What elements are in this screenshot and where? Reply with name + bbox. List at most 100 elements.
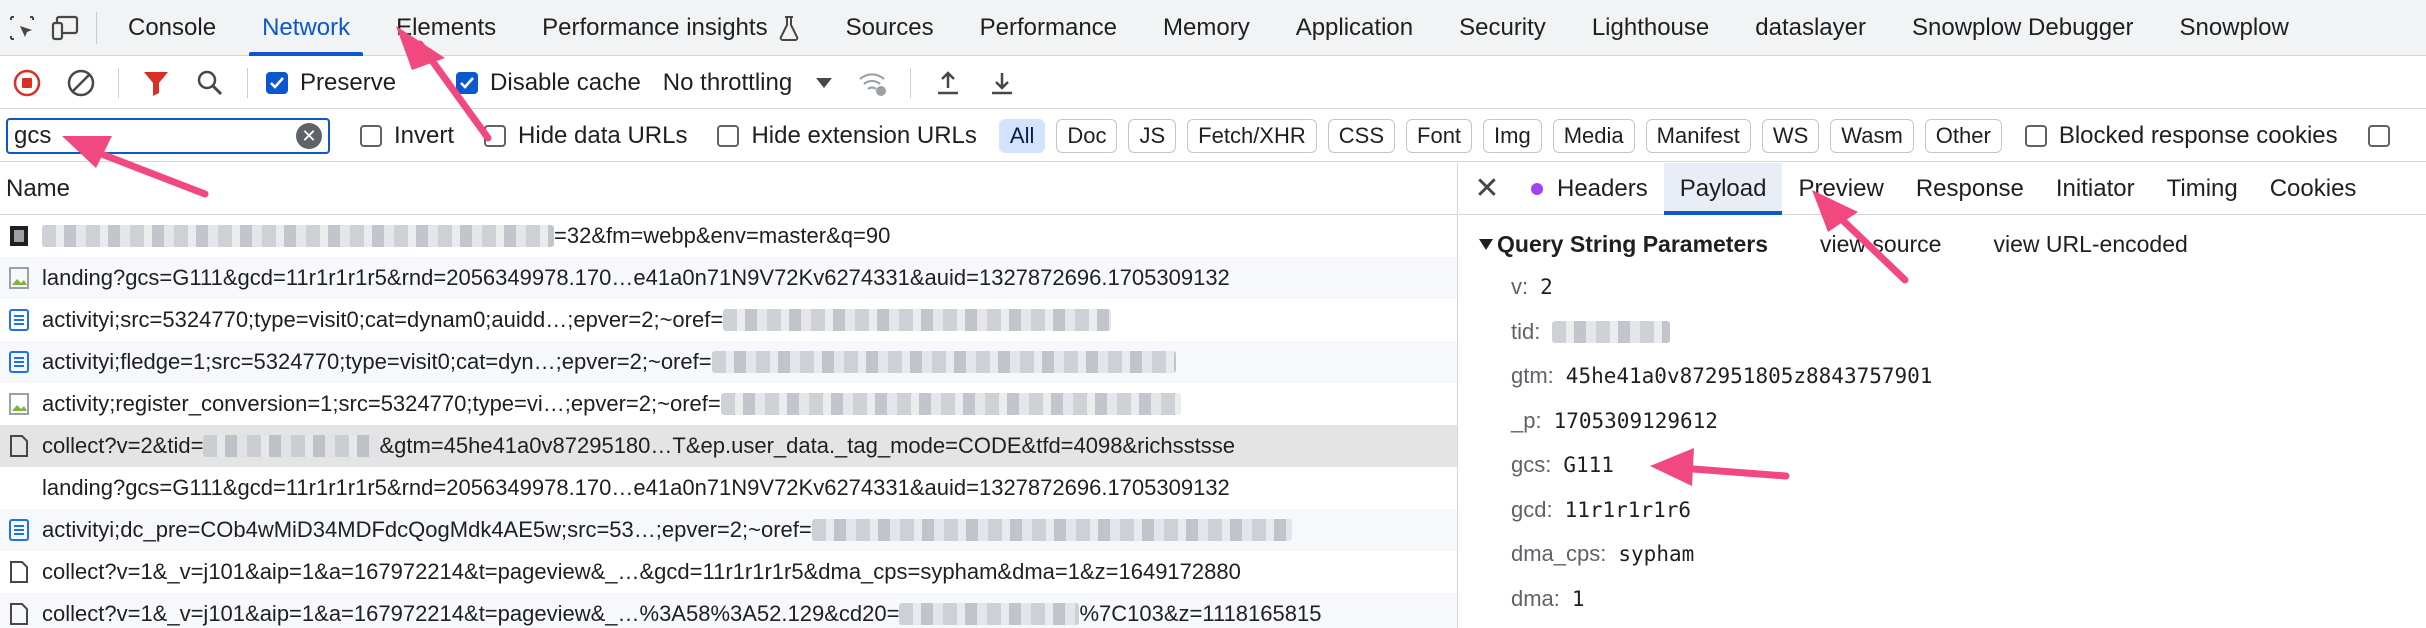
type-filter-font[interactable]: Font [1406,118,1473,153]
param-key: dma_cps: [1511,541,1607,567]
request-name-suffix: %7C103&z=1118165815 [1079,601,1322,626]
name-column-header[interactable]: Name [0,163,1457,215]
tab-payload[interactable]: Payload [1663,162,1783,215]
chevron-down-icon [816,77,833,88]
type-filter-all[interactable]: All [998,118,1046,153]
expand-triangle-icon[interactable] [1479,238,1493,250]
param-row: gtm: 45he41a0v872951805z8843757901 [1479,354,2426,399]
param-value: 2 [1540,275,1553,300]
disable-cache-checkbox[interactable]: Disable cache [456,69,641,97]
inspect-element-icon[interactable] [0,0,44,56]
search-icon[interactable] [183,57,237,109]
request-name: activityi;fledge=1;src=5324770;type=visi… [42,349,712,374]
clear-icon[interactable] [54,57,108,109]
request-name: landing?gcs=G111&gcd=11r1r1r1r5&rnd=2056… [42,265,1230,290]
table-row[interactable]: activityi;fledge=1;src=5324770;type=visi… [0,341,1457,383]
redacted-text [1552,320,1671,343]
type-filter-fetch-xhr[interactable]: Fetch/XHR [1187,118,1317,153]
type-filter-img[interactable]: Img [1483,118,1542,153]
table-row[interactable]: =32&fm=webp&env=master&q=90 [0,215,1457,257]
type-filter-media[interactable]: Media [1552,118,1635,153]
preserve-log-checkbox[interactable]: Preserve [266,69,396,97]
tab-timing[interactable]: Timing [2151,163,2254,215]
param-key: gcs: [1511,452,1552,478]
checkmark-icon [456,71,479,94]
type-filter-doc[interactable]: Doc [1056,118,1118,153]
param-row: tid: [1479,310,2426,355]
divider [118,67,119,98]
upload-icon[interactable] [921,57,975,109]
blocked-response-cookies-label: Blocked response cookies [2058,121,2338,149]
request-name: activityi;dc_pre=COb4wMiD34MDFdcQogMdk4A… [42,517,812,542]
tab-lighthouse[interactable]: Lighthouse [1569,0,1732,56]
flask-icon [779,15,798,41]
device-toolbar-icon[interactable] [44,0,88,56]
param-key: gcd: [1511,496,1553,522]
filter-value: gcs [14,121,52,149]
file-icon [8,602,30,626]
tab-security[interactable]: Security [1436,0,1569,56]
table-row[interactable]: collect?v=1&_v=j101&aip=1&a=167972214&t=… [0,551,1457,593]
redacted-text [42,225,554,247]
redacted-text [811,519,1292,541]
tab-application[interactable]: Application [1273,0,1436,56]
tab-network[interactable]: Network [239,0,373,56]
tab-snowplow[interactable]: Snowplow [2156,0,2311,56]
request-name: activity;register_conversion=1;src=53247… [42,391,721,416]
tab-console[interactable]: Console [105,0,239,56]
tab-memory[interactable]: Memory [1140,0,1273,56]
table-row[interactable]: landing?gcs=G111&gcd=11r1r1r1r5&rnd=2056… [0,467,1457,509]
tab-elements[interactable]: Elements [373,0,519,56]
clear-filter-icon[interactable]: ✕ [296,122,322,149]
type-filter-manifest[interactable]: Manifest [1645,118,1751,153]
blocked-response-cookies-checkbox[interactable]: Blocked response cookies [2024,121,2338,150]
tab-performance[interactable]: Performance [957,0,1140,56]
table-row[interactable]: activity;register_conversion=1;src=53247… [0,383,1457,425]
param-row: dma: 1 [1479,577,2426,622]
tab-dataslayer[interactable]: dataslayer [1732,0,1889,56]
more-filters-checkbox[interactable] [2367,124,2402,147]
request-name: landing?gcs=G111&gcd=11r1r1r1r5&rnd=2056… [42,475,1230,500]
filter-input[interactable]: gcs ✕ [6,117,330,154]
param-value: 1 [1571,586,1585,611]
filter-icon[interactable] [129,57,183,109]
tab-label: Performance insights [542,13,768,41]
tab-initiator[interactable]: Initiator [2040,163,2151,215]
table-row[interactable]: collect?v=2&tid= &gtm=45he41a0v87295180…… [0,425,1457,467]
param-key: _p: [1511,407,1542,433]
param-row: gcd: 11r1r1r1r6 [1479,488,2426,533]
tab-sources[interactable]: Sources [823,0,957,56]
request-name: collect?v=1&_v=j101&aip=1&a=167972214&t=… [42,601,900,626]
section-title: Query String Parameters [1497,230,1769,257]
query-string-header[interactable]: Query String Parameters view source view… [1479,227,2426,261]
table-row[interactable]: collect?v=1&_v=j101&aip=1&a=167972214&t=… [0,593,1457,628]
invert-checkbox[interactable]: Invert [360,122,454,150]
type-filter-js[interactable]: JS [1128,118,1177,153]
tab-preview[interactable]: Preview [1782,163,1899,215]
request-name-suffix: &gtm=45he41a0v87295180…T&ep.user_data._t… [379,433,1235,458]
status-dot-icon [1531,182,1543,195]
tab-performance-insights[interactable]: Performance insights [519,0,822,56]
tab-response[interactable]: Response [1900,163,2040,215]
table-row[interactable]: landing?gcs=G111&gcd=11r1r1r1r5&rnd=2056… [0,257,1457,299]
close-icon[interactable]: ✕ [1459,171,1515,206]
network-conditions-icon[interactable] [846,57,900,109]
hide-data-urls-checkbox[interactable]: Hide data URLs [484,122,687,150]
type-filter-other[interactable]: Other [1924,118,2002,153]
tab-headers[interactable]: Headers [1515,163,1664,215]
type-filter-wasm[interactable]: Wasm [1830,118,1914,153]
stop-recording-icon[interactable] [0,57,54,109]
tab-snowplow-debugger[interactable]: Snowplow Debugger [1889,0,2156,56]
download-icon[interactable] [975,57,1029,109]
view-url-encoded-link[interactable]: view URL-encoded [1993,231,2187,258]
type-filter-css[interactable]: CSS [1327,118,1396,153]
throttling-value: No throttling [662,68,793,96]
param-row: v: 2 [1479,265,2426,310]
hide-extension-urls-checkbox[interactable]: Hide extension URLs [717,122,977,150]
table-row[interactable]: activityi;src=5324770;type=visit0;cat=dy… [0,299,1457,341]
table-row[interactable]: activityi;dc_pre=COb4wMiD34MDFdcQogMdk4A… [0,509,1457,551]
tab-cookies[interactable]: Cookies [2254,163,2373,215]
throttling-select[interactable]: No throttling [662,68,833,97]
type-filter-ws[interactable]: WS [1761,118,1820,153]
view-source-link[interactable]: view source [1820,231,1941,258]
